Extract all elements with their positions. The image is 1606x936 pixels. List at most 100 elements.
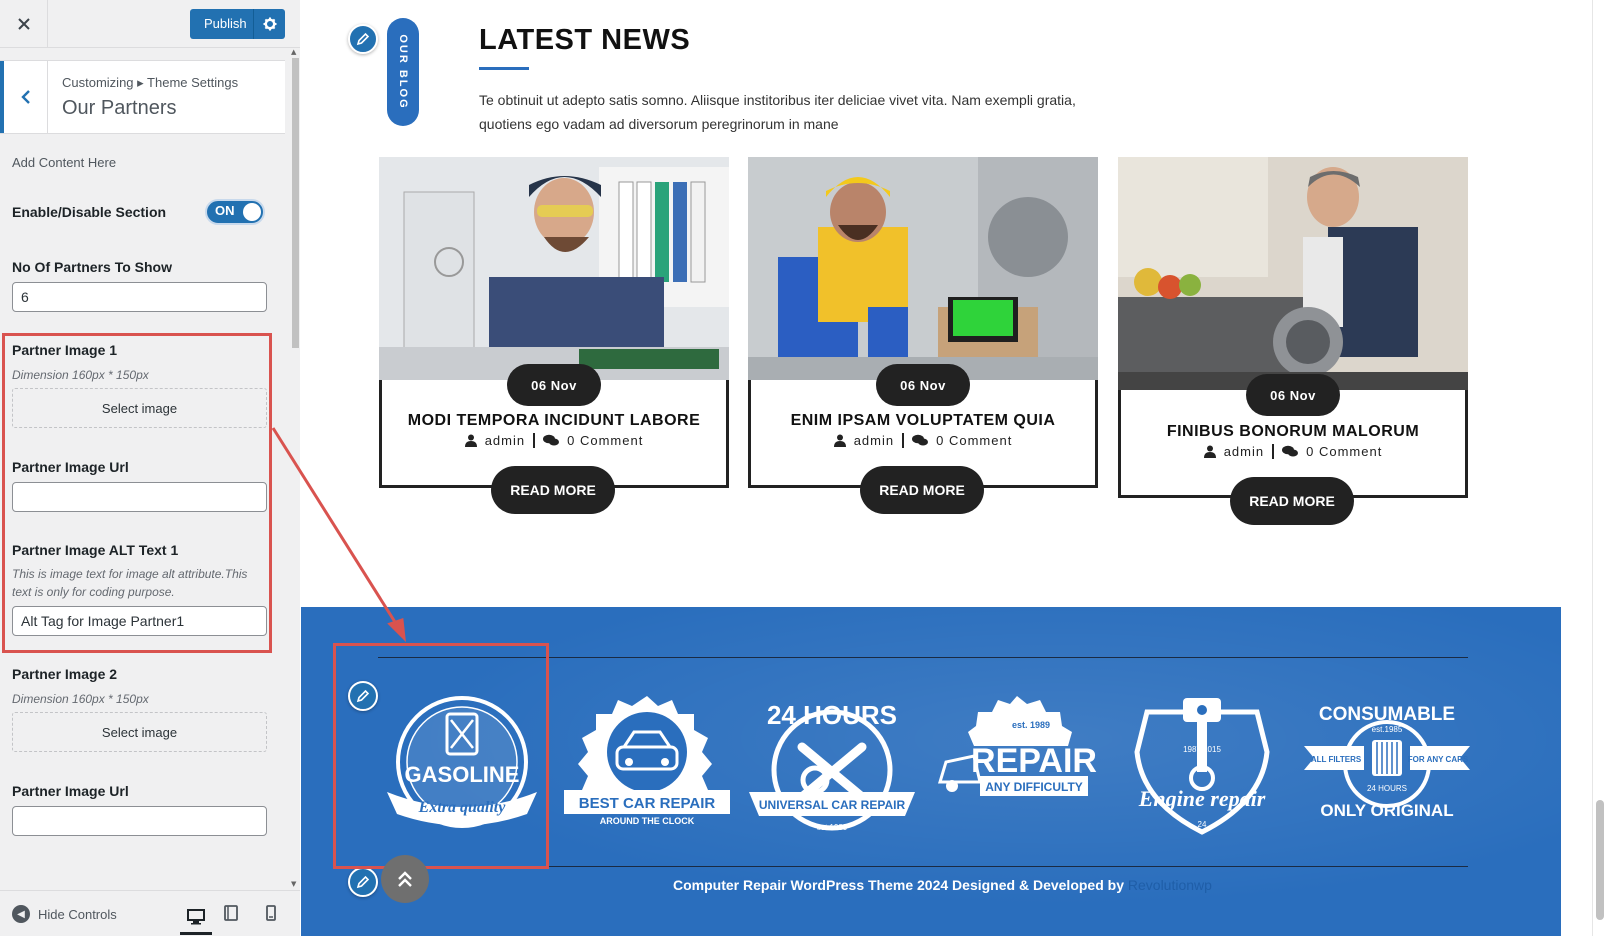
partner-logo-universal-car-repair[interactable]: 24 HOURS UNIVERSAL CAR REPAIR est.1989 (747, 692, 917, 842)
news-card-3: 06 Nov FINIBUS BONORUM MALORUM admin 0 C… (1118, 157, 1468, 527)
enable-section-label: Enable/Disable Section (12, 204, 167, 220)
scroll-to-top-button[interactable] (381, 855, 429, 903)
enable-section-toggle[interactable]: ON (205, 199, 265, 225)
news-card-2-read-more-button[interactable]: READ MORE (860, 466, 984, 514)
meta-separator (902, 433, 905, 448)
news-card-3-title[interactable]: FINIBUS BONORUM MALORUM (1118, 423, 1468, 441)
chevron-left-icon (20, 90, 30, 104)
hide-controls-label: Hide Controls (38, 906, 117, 922)
news-card-2-date: 06 Nov (876, 364, 970, 406)
publish-button[interactable]: Publish (190, 9, 253, 39)
highlight-annotation-box (333, 643, 549, 869)
news-card-3-date: 06 Nov (1246, 374, 1340, 416)
partner-image-1-label: Partner Image 1 (12, 342, 118, 358)
news-card-3-photo (1118, 157, 1468, 390)
sidebar-scroll-thumb[interactable] (292, 58, 299, 348)
partner-3-bottom-text: UNIVERSAL CAR REPAIR (759, 798, 906, 812)
device-tablet-button[interactable] (219, 901, 243, 925)
hide-controls-button[interactable]: ◀ Hide Controls (12, 905, 117, 923)
partner-6-sub-text: est.1985 (1372, 725, 1403, 734)
news-card-3-read-more-button[interactable]: READ MORE (1230, 477, 1354, 525)
partner-5-sub-text: 1987 2015 (1183, 745, 1221, 754)
comments-icon (543, 434, 560, 446)
sidebar-header: Publish (0, 0, 300, 48)
scroll-down-arrow-icon[interactable]: ▼ (291, 880, 296, 888)
partner-4-top-text: REPAIR (971, 742, 1097, 780)
meta-separator (533, 433, 536, 448)
close-button[interactable] (0, 0, 48, 47)
partner-5-top-text: Engine repair (1138, 786, 1266, 811)
section-title: Our Partners (62, 97, 177, 119)
partner-image-1-dimension: Dimension 160px * 150px (12, 368, 149, 382)
close-icon (17, 17, 30, 30)
news-card-1-author[interactable]: admin (485, 433, 525, 448)
partner-6-bottom-text: ONLY ORIGINAL (1320, 801, 1453, 820)
partner-logo-repair-any-difficulty[interactable]: est. 1989 REPAIR ANY DIFFICULTY (932, 692, 1102, 842)
partner-url-2-input[interactable] (12, 806, 267, 836)
preview-scrollbar[interactable] (1592, 0, 1606, 936)
title-underline (479, 67, 529, 70)
news-card-2-meta: admin 0 Comment (748, 433, 1098, 448)
news-card-3-author[interactable]: admin (1224, 444, 1264, 459)
preview-scroll-thumb[interactable] (1596, 800, 1604, 920)
our-blog-label: OUR BLOG (397, 34, 409, 110)
partner-6-mid-text: 24 HOURS (1367, 784, 1407, 793)
news-card-1-photo (379, 157, 729, 380)
partner-logo-consumable[interactable]: CONSUMABLE est.1985 ALL FILTERS FOR ANY … (1302, 692, 1472, 842)
partner-alt-1-description: This is image text for image alt attribu… (12, 567, 248, 599)
news-card-1-comments[interactable]: 0 Comment (567, 433, 643, 448)
news-card-1-read-more-button[interactable]: READ MORE (491, 466, 615, 514)
partner-4-bottom-text: ANY DIFFICULTY (985, 780, 1083, 794)
toggle-knob (243, 203, 261, 221)
back-button[interactable] (0, 61, 48, 133)
edit-shortcut-footer-button[interactable] (348, 867, 378, 897)
partner-6-right-text: FOR ANY CARS (1408, 755, 1469, 764)
gear-icon (263, 17, 276, 31)
partner-url-1-input[interactable] (12, 482, 267, 512)
partner-4-sub-text: est. 1989 (1012, 720, 1050, 730)
customizer-sidebar: Publish Customizing ▸ Theme Settings Our… (0, 0, 300, 936)
partner-url-2-label: Partner Image Url (12, 783, 129, 799)
pencil-icon (356, 32, 370, 46)
footer-credit-link[interactable]: Revolutionwp (1128, 877, 1212, 893)
site-preview[interactable]: OUR BLOG LATEST NEWS Te obtinuit ut adep… (301, 0, 1606, 936)
news-card-1-title[interactable]: MODI TEMPORA INCIDUNT LABORE (379, 412, 729, 430)
desktop-icon (187, 908, 205, 924)
device-desktop-button[interactable] (180, 901, 212, 935)
scroll-up-arrow-icon[interactable]: ▲ (291, 48, 296, 56)
footer-credit: Computer Repair WordPress Theme 2024 Des… (673, 877, 1212, 893)
partner-alt-1-label: Partner Image ALT Text 1 (12, 542, 179, 558)
news-card-2: 06 Nov ENIM IPSAM VOLUPTATEM QUIA admin … (748, 157, 1098, 517)
mobile-icon (266, 905, 276, 921)
partner-url-1-label: Partner Image Url (12, 459, 129, 475)
tablet-icon (224, 905, 238, 921)
section-header: Customizing ▸ Theme Settings Our Partner… (0, 60, 285, 134)
partner-image-2-select-button[interactable]: Select image (12, 712, 267, 752)
sidebar-controls[interactable]: Customizing ▸ Theme Settings Our Partner… (0, 48, 290, 890)
partner-alt-1-input[interactable]: Alt Tag for Image Partner1 (12, 606, 267, 636)
partners-count-input[interactable]: 6 (12, 282, 267, 312)
sidebar-scrollbar[interactable]: ▲ ▼ (290, 48, 300, 890)
user-icon (464, 434, 477, 447)
edit-shortcut-blog-button[interactable] (348, 24, 378, 54)
partner-image-1-select-button[interactable]: Select image (12, 388, 267, 428)
news-card-2-author[interactable]: admin (854, 433, 894, 448)
news-card-2-comments[interactable]: 0 Comment (936, 433, 1012, 448)
news-card-3-comments[interactable]: 0 Comment (1306, 444, 1382, 459)
partner-logo-engine-repair[interactable]: 1987 2015 Engine repair 24 (1117, 692, 1287, 842)
news-card-1-date: 06 Nov (507, 364, 601, 406)
publish-settings-button[interactable] (253, 9, 285, 39)
news-card-2-title[interactable]: ENIM IPSAM VOLUPTATEM QUIA (748, 412, 1098, 430)
pencil-icon (356, 875, 370, 889)
partners-count-label: No Of Partners To Show (12, 259, 172, 275)
customizer-app: Publish Customizing ▸ Theme Settings Our… (0, 0, 1606, 936)
sidebar-footer: ◀ Hide Controls (0, 890, 300, 936)
comments-icon (1282, 445, 1299, 457)
news-card-1-meta: admin 0 Comment (379, 433, 729, 448)
partner-5-bottom-text: 24 (1198, 820, 1207, 829)
latest-news-description: Te obtinuit ut adepto satis somno. Aliis… (479, 92, 1076, 132)
partner-logo-best-car-repair[interactable]: BEST CAR REPAIR AROUND THE CLOCK (562, 692, 732, 842)
user-icon (833, 434, 846, 447)
device-mobile-button[interactable] (259, 901, 283, 925)
news-card-2-photo (748, 157, 1098, 380)
